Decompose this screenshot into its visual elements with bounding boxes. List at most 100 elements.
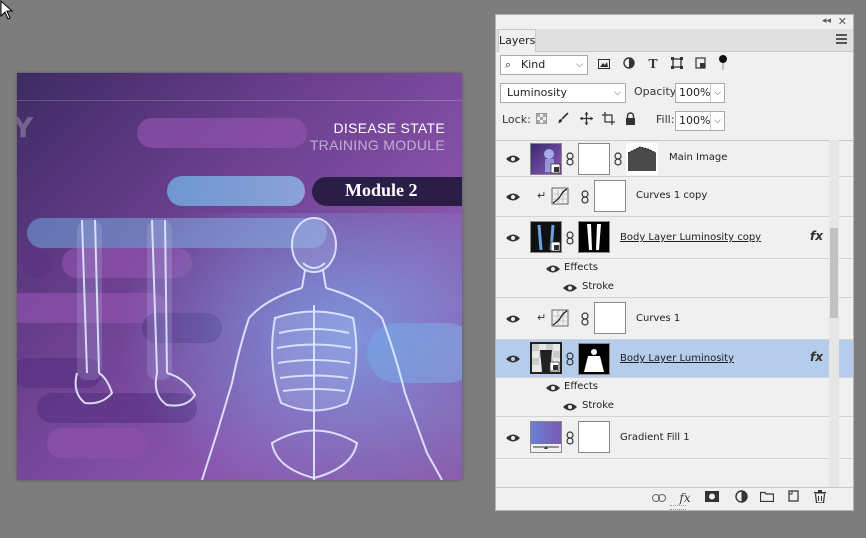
image-filter-icon[interactable] xyxy=(596,57,612,73)
curves-adjustment-icon[interactable] xyxy=(551,187,571,205)
layer-thumbnail[interactable] xyxy=(530,342,562,374)
lock-artboard-icon[interactable] xyxy=(600,112,616,128)
layer-mask-thumbnail[interactable] xyxy=(578,343,610,375)
smart-object-filter-icon[interactable] xyxy=(693,57,709,73)
link-chain-icon[interactable] xyxy=(581,190,589,204)
curves-adjustment-icon[interactable] xyxy=(551,309,571,327)
filter-toggle-dot[interactable] xyxy=(715,53,731,70)
blend-mode-select[interactable]: Luminosity ⌵ xyxy=(500,83,626,103)
effects-row[interactable]: Effects xyxy=(496,378,853,397)
eye-icon[interactable] xyxy=(546,383,560,393)
stroke-effect-row[interactable]: Stroke xyxy=(496,397,853,417)
clipping-mask-arrow-icon: ↵ xyxy=(537,311,547,324)
eye-icon[interactable] xyxy=(506,354,520,364)
canvas-title-line2: TRAINING MODULE xyxy=(309,137,445,153)
layer-name[interactable]: Main Image xyxy=(669,152,727,163)
lock-label: Lock: xyxy=(502,113,531,126)
add-mask-icon[interactable] xyxy=(703,490,721,506)
layer-row-curves-1[interactable]: ↵ Curves 1 xyxy=(496,298,853,340)
layer-mask-thumbnail[interactable] xyxy=(578,421,610,453)
layer-thumbnail[interactable] xyxy=(530,221,562,253)
layer-effects-badge[interactable]: fx xyxy=(810,350,823,364)
layer-row-curves-1-copy[interactable]: ↵ Curves 1 copy xyxy=(496,177,853,217)
double-chevron-left-icon[interactable]: ◂◂ xyxy=(822,16,831,26)
panel-resize-grip[interactable] xyxy=(670,505,686,510)
new-layer-icon[interactable] xyxy=(784,490,802,506)
layer-name[interactable]: Gradient Fill 1 xyxy=(620,432,690,443)
link-layers-icon[interactable] xyxy=(650,490,668,506)
layer-thumbnail[interactable] xyxy=(530,421,562,453)
link-chain-icon[interactable] xyxy=(566,231,574,245)
eye-icon[interactable] xyxy=(506,154,520,164)
layer-row-body-layer-luminosity[interactable]: Body Layer Luminosity fx ⌃ xyxy=(496,340,853,378)
link-chain-icon[interactable] xyxy=(566,431,574,445)
lock-all-icon[interactable] xyxy=(622,112,638,128)
layer-name[interactable]: Body Layer Luminosity xyxy=(620,353,734,364)
layer-mask-thumbnail[interactable] xyxy=(578,143,610,175)
document-canvas[interactable]: Y Module 2 DISEASE STATE TRAINING MODULE xyxy=(17,73,462,480)
eye-icon[interactable] xyxy=(506,192,520,202)
layer-name[interactable]: Curves 1 xyxy=(636,313,680,324)
filter-kind-select[interactable]: ⌕ Kind ⌵ xyxy=(500,55,588,75)
layers-panel: ◂◂ ✕ Layers ⌕ Kind ⌵ T Luminosity ⌵ Opac… xyxy=(495,14,854,511)
chevron-down-icon[interactable]: ⌵ xyxy=(710,84,721,102)
layer-mask-thumbnail[interactable] xyxy=(594,180,626,212)
chevron-down-icon: ⌵ xyxy=(614,88,621,98)
close-icon[interactable]: ✕ xyxy=(838,15,847,28)
module-label: Module 2 xyxy=(345,180,418,200)
chevron-down-icon[interactable]: ⌵ xyxy=(710,112,721,130)
new-adjustment-icon[interactable] xyxy=(732,490,750,506)
type-filter-icon[interactable]: T xyxy=(645,57,661,73)
stroke-effect-row[interactable]: Stroke xyxy=(496,278,853,298)
layer-effects-badge[interactable]: fx xyxy=(810,229,823,243)
panel-titlebar[interactable]: ◂◂ ✕ xyxy=(496,15,853,29)
lock-position-icon[interactable] xyxy=(578,112,594,128)
layers-scrollbar[interactable] xyxy=(829,140,839,490)
layer-thumbnail[interactable] xyxy=(530,143,562,175)
eye-icon[interactable] xyxy=(563,402,577,412)
layer-row-gradient-fill-1[interactable]: Gradient Fill 1 xyxy=(496,417,853,459)
eye-icon[interactable] xyxy=(506,314,520,324)
layer-row-main-image[interactable]: Main Image xyxy=(496,141,853,177)
fill-label: Fill: xyxy=(656,113,675,126)
layer-mask-thumbnail[interactable] xyxy=(594,302,626,334)
panel-menu-icon[interactable] xyxy=(836,34,847,46)
stroke-label: Stroke xyxy=(582,281,614,292)
layer-name[interactable]: Body Layer Luminosity copy xyxy=(620,232,761,243)
eye-icon[interactable] xyxy=(506,233,520,243)
link-chain-icon[interactable] xyxy=(566,152,574,166)
opacity-label: Opacity: xyxy=(634,85,680,98)
filter-kind-value: Kind xyxy=(521,58,546,71)
lock-paint-icon[interactable] xyxy=(555,112,571,128)
tab-layers[interactable]: Layers xyxy=(498,29,536,52)
eye-icon[interactable] xyxy=(546,264,560,274)
stroke-label: Stroke xyxy=(582,400,614,411)
clipping-mask-arrow-icon: ↵ xyxy=(537,189,547,202)
scrollbar-thumb[interactable] xyxy=(830,228,838,318)
panel-tab-row: Layers xyxy=(496,29,853,52)
fx-button[interactable]: fx xyxy=(676,490,694,506)
layer-name[interactable]: Curves 1 copy xyxy=(636,190,707,201)
lock-transparent-icon[interactable] xyxy=(533,112,549,128)
search-icon: ⌕ xyxy=(505,58,512,71)
fill-field[interactable]: 100% ⌵ xyxy=(675,111,725,131)
link-chain-icon[interactable] xyxy=(614,152,622,166)
link-chain-icon[interactable] xyxy=(566,352,574,366)
eye-icon[interactable] xyxy=(506,433,520,443)
adjustment-filter-icon[interactable] xyxy=(621,57,637,73)
opacity-field[interactable]: 100% ⌵ xyxy=(675,83,725,103)
layer-mask-thumbnail[interactable] xyxy=(578,221,610,253)
fill-value: 100% xyxy=(679,114,711,127)
trash-icon[interactable] xyxy=(811,490,829,506)
layer-row-body-layer-luminosity-copy[interactable]: Body Layer Luminosity copy fx ⌃ xyxy=(496,217,853,259)
chevron-down-icon: ⌵ xyxy=(576,60,583,70)
vector-mask-thumbnail[interactable] xyxy=(626,143,658,175)
eye-icon[interactable] xyxy=(563,283,577,293)
link-chain-icon[interactable] xyxy=(581,312,589,326)
shape-filter-icon[interactable] xyxy=(669,57,685,73)
effects-label: Effects xyxy=(564,262,598,273)
effects-label: Effects xyxy=(564,381,598,392)
opacity-value: 100% xyxy=(679,86,711,99)
effects-row[interactable]: Effects xyxy=(496,259,853,278)
new-group-icon[interactable] xyxy=(758,490,776,506)
